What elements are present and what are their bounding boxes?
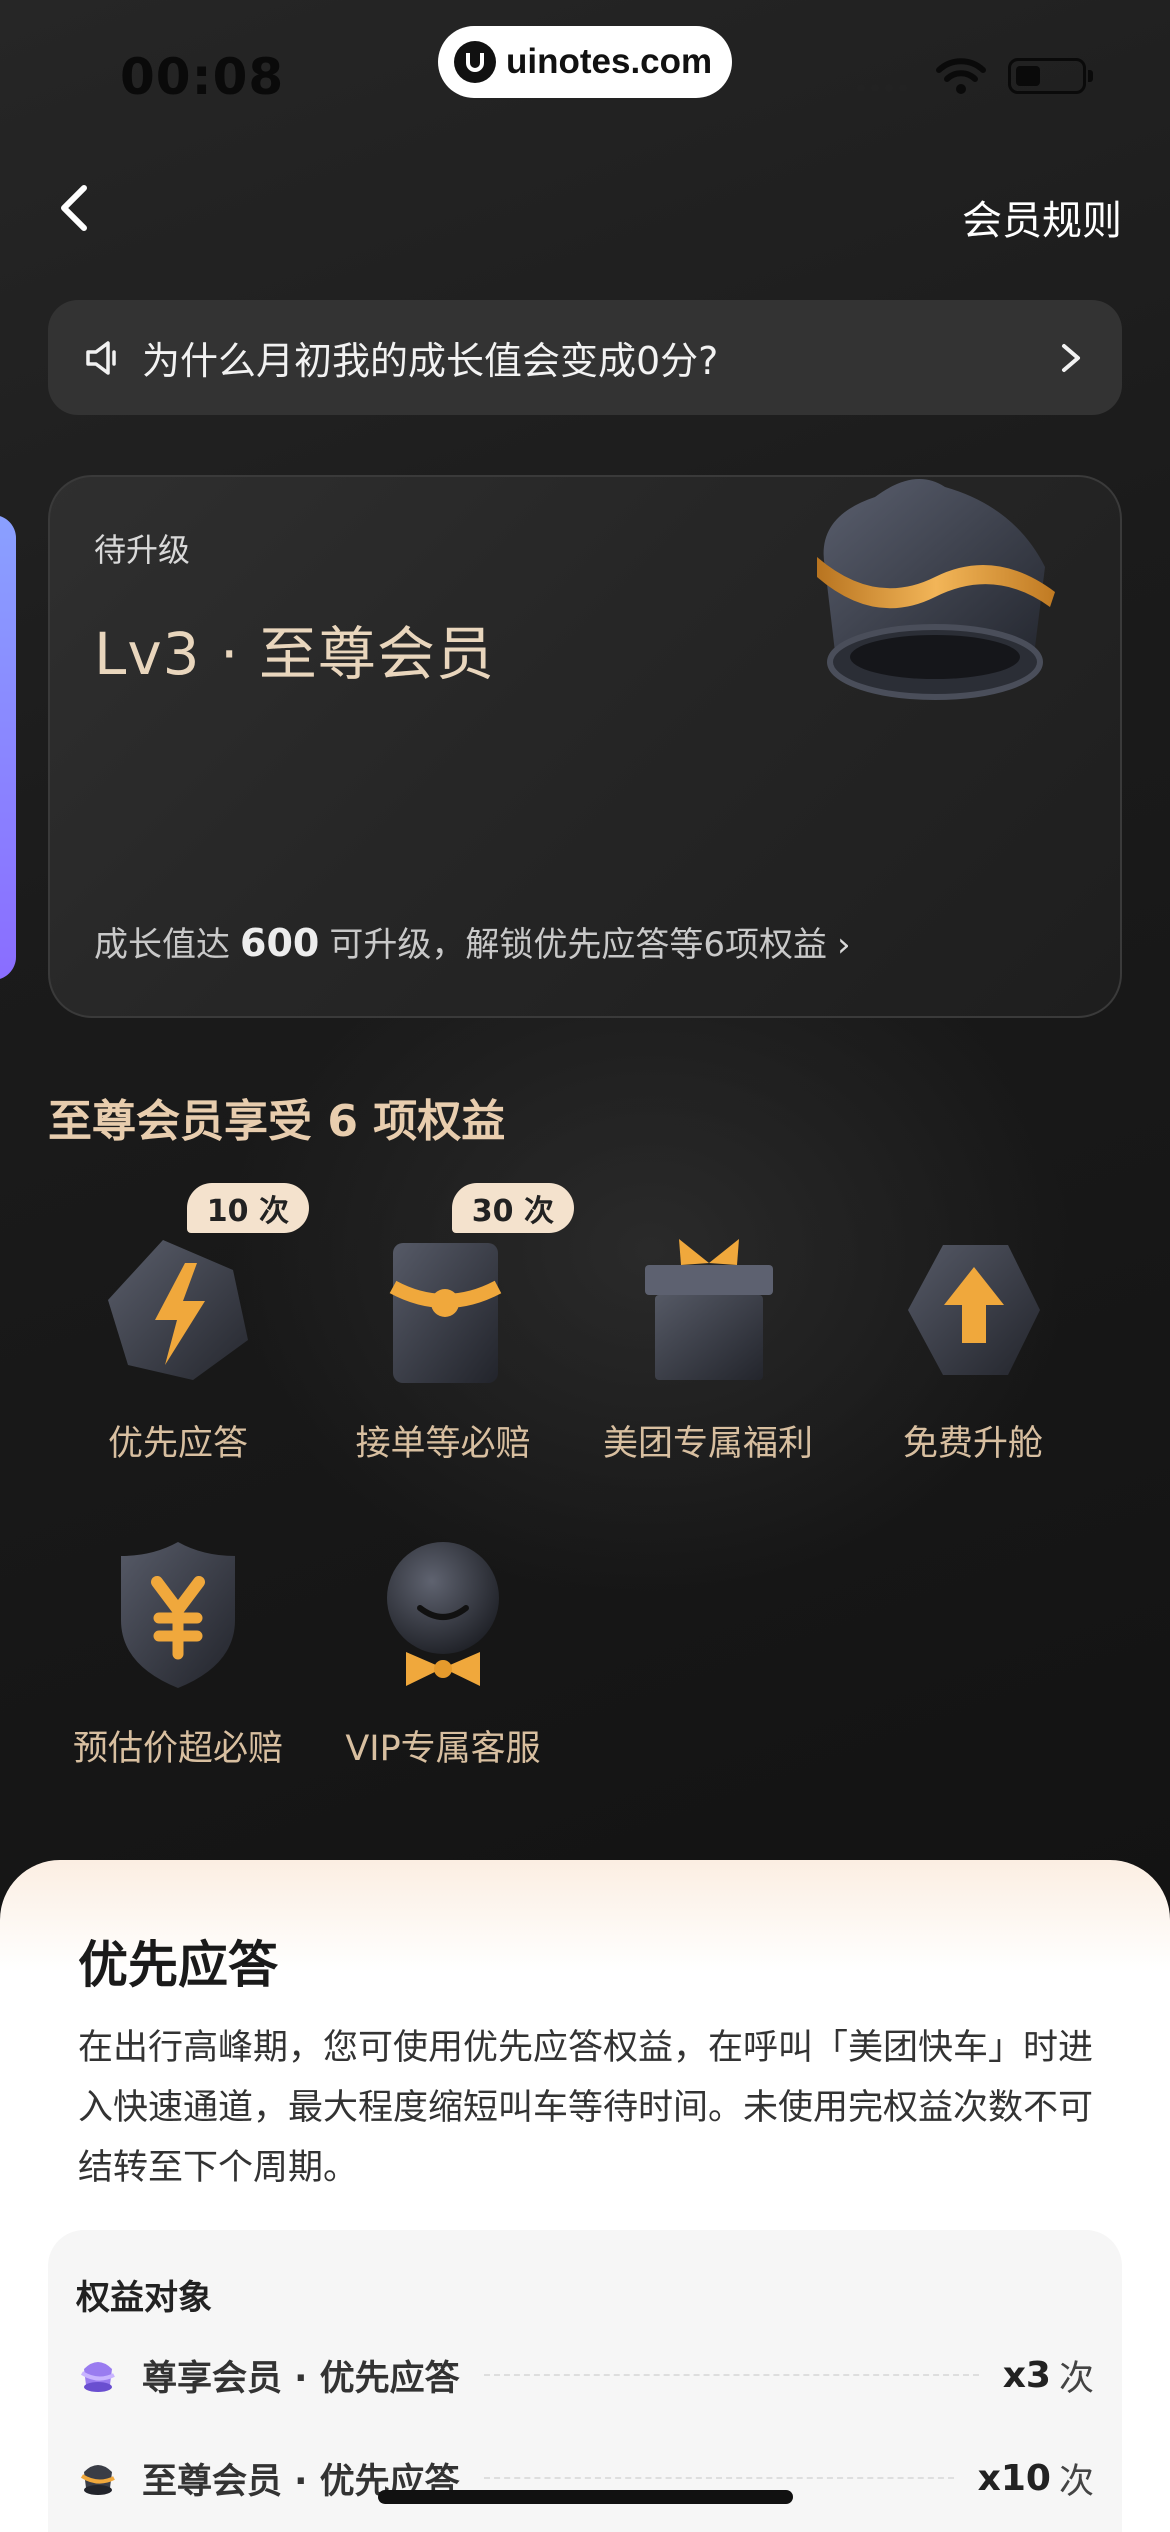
benefit-label: 美团专属福利 (602, 1424, 813, 1464)
battery-icon (1008, 58, 1086, 94)
upgrade-tip[interactable]: 成长值达 600 可升级，解锁优先应答等6项权益 › (94, 917, 851, 966)
envelope-icon (389, 1243, 502, 1383)
benefit-priority-response[interactable]: 10 次 优先应答 (48, 1183, 309, 1485)
upgrade-growth-value: 600 (240, 921, 320, 965)
notice-bar[interactable]: 为什么月初我的成长值会变成0分? (48, 300, 1122, 415)
member-rules-link[interactable]: 会员规则 (962, 188, 1122, 246)
benefit-badge: 30 次 (451, 1183, 574, 1233)
upgrade-arrow-icon (908, 1245, 1040, 1375)
lightning-icon (108, 1240, 248, 1380)
benefit-estimate-compensation[interactable]: 预估价超必赔 (48, 1530, 308, 1790)
benefit-label: VIP专属客服 (345, 1729, 541, 1769)
yen-shield-icon (121, 1542, 235, 1688)
benefit-target-box: 权益对象 尊享会员 · 优先应答 x3 次 至尊会员 · 优先应答 x10 次 (48, 2230, 1122, 2532)
target-count: x10 (977, 2457, 1051, 2499)
dark-crown-icon (80, 2465, 115, 2495)
chevron-right-icon: › (836, 925, 851, 965)
watermark-logo-icon (454, 41, 496, 83)
target-title: 权益对象 (76, 2278, 212, 2318)
previous-level-card-edge[interactable] (0, 515, 16, 980)
speaker-icon (86, 340, 116, 375)
benefit-free-upgrade[interactable]: 免费升舱 (843, 1225, 1103, 1485)
customer-service-icon (387, 1542, 499, 1686)
sheet-description: 在出行高峰期，您可使用优先应答权益，在呼叫「美团快车」时进入快速通道，最大程度缩… (78, 2028, 1094, 2188)
level-card[interactable]: 待升级 Lv3 · 至尊会员 成长值达 600 可升级，解锁优先应答等6项权益 … (48, 475, 1122, 1018)
watermark-badge: uinotes.com (438, 26, 732, 98)
dashed-divider (483, 2477, 954, 2479)
purple-crown-icon (80, 2362, 115, 2392)
status-time: 00:08 (120, 48, 285, 106)
target-name: 尊享会员 · 优先应答 (142, 2358, 460, 2399)
upgrade-tip-suffix: 可升级，解锁优先应答等6项权益 (329, 925, 827, 965)
benefit-label: 免费升舱 (902, 1424, 1043, 1464)
target-row: 尊享会员 · 优先应答 x3 次 (76, 2345, 1094, 2405)
benefit-label: 接单等必赔 (355, 1424, 531, 1464)
benefits-title: 至尊会员享受 6 项权益 (48, 1096, 506, 1147)
target-unit: 次 (1058, 2461, 1094, 2502)
target-unit: 次 (1058, 2358, 1094, 2399)
upgrade-tip-prefix: 成长值达 (94, 925, 230, 965)
watermark-text: uinotes.com (506, 42, 713, 81)
chevron-right-icon (1062, 343, 1080, 372)
benefit-meituan-welfare[interactable]: 美团专属福利 (578, 1225, 838, 1485)
home-indicator[interactable] (378, 2490, 793, 2504)
cellular-signal-icon (857, 84, 907, 92)
benefit-label: 预估价超必赔 (72, 1729, 283, 1769)
gift-icon (645, 1239, 773, 1380)
target-count: x3 (1002, 2354, 1051, 2396)
benefit-wait-compensation[interactable]: 30 次 接单等必赔 (313, 1183, 574, 1485)
benefit-label: 优先应答 (107, 1424, 248, 1464)
crown-icon (817, 479, 1055, 700)
wifi-icon (936, 58, 986, 94)
benefit-vip-service[interactable]: VIP专属客服 (313, 1530, 573, 1790)
level-status: 待升级 (94, 531, 191, 569)
sheet-title: 优先应答 (78, 1936, 278, 1994)
level-title: Lv3 · 至尊会员 (94, 620, 495, 688)
battery-tip (1088, 70, 1093, 82)
benefit-badge: 10 次 (186, 1183, 309, 1233)
back-button[interactable] (48, 180, 104, 236)
notice-text: 为什么月初我的成长值会变成0分? (142, 339, 719, 383)
dashed-divider (483, 2374, 979, 2376)
benefit-detail-sheet: 优先应答 在出行高峰期，您可使用优先应答权益，在呼叫「美团快车」时进入快速通道，… (0, 1860, 1170, 2532)
